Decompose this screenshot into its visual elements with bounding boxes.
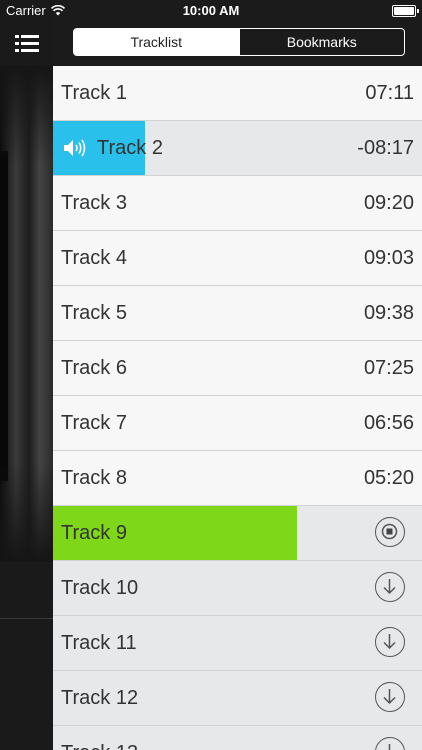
track-row-downloading[interactable]: Track 9 — [53, 506, 422, 561]
track-row[interactable]: Track 1 07:11 — [53, 66, 422, 121]
menu-icon-line — [21, 35, 39, 38]
track-name: Track 13 — [61, 726, 138, 750]
track-name: Track 7 — [61, 412, 127, 434]
status-time: 10:00 AM — [182, 3, 240, 18]
side-panel — [0, 0, 53, 750]
track-name: Track 10 — [61, 577, 139, 599]
menu-icon-dot — [15, 49, 19, 52]
download-icon — [383, 579, 396, 595]
track-name: Track 6 — [61, 357, 127, 379]
status-bar: Carrier 10:00 AM — [0, 0, 422, 22]
speaker-icon — [64, 139, 86, 157]
track-name: Track 9 — [61, 522, 127, 544]
battery-icon — [392, 5, 419, 17]
track-duration: 09:38 — [363, 302, 414, 324]
track-duration: 06:56 — [363, 412, 414, 434]
track-name: Track 1 — [61, 82, 127, 104]
artwork-shadow — [0, 151, 8, 481]
track-name: Track 3 — [61, 192, 127, 214]
track-row[interactable]: Track 7 06:56 — [53, 396, 422, 451]
track-row[interactable]: Track 5 09:38 — [53, 286, 422, 341]
track-name: Track 5 — [61, 302, 127, 324]
menu-icon-dot — [15, 42, 19, 45]
download-button[interactable] — [375, 737, 405, 750]
track-row-playing[interactable]: Track 2 -08:17 — [53, 121, 422, 176]
track-name: Track 8 — [61, 467, 127, 489]
menu-icon-line — [21, 42, 39, 45]
menu-button[interactable] — [15, 33, 39, 55]
header-bar: Tracklist Bookmarks — [53, 22, 422, 66]
track-row[interactable]: Track 6 07:25 — [53, 341, 422, 396]
menu-icon — [15, 35, 19, 38]
tab-bookmarks[interactable]: Bookmarks — [238, 29, 405, 55]
download-icon — [388, 744, 391, 750]
track-row-remote[interactable]: Track 12 — [53, 671, 422, 726]
download-button[interactable] — [375, 572, 405, 602]
download-icon — [383, 689, 396, 705]
download-icon — [383, 634, 396, 650]
tab-tracklist[interactable]: Tracklist — [74, 29, 239, 55]
track-name: Track 4 — [61, 247, 127, 269]
track-duration: 07:25 — [363, 357, 414, 379]
track-duration: 09:20 — [363, 192, 414, 214]
side-divider — [0, 618, 53, 619]
download-button[interactable] — [375, 682, 405, 712]
segmented-control: Tracklist Bookmarks — [73, 28, 405, 56]
track-row[interactable]: Track 3 09:20 — [53, 176, 422, 231]
track-row-remote[interactable]: Track 10 — [53, 561, 422, 616]
track-duration: 05:20 — [363, 467, 414, 489]
album-artwork — [0, 66, 53, 562]
track-name: Track 12 — [61, 687, 139, 709]
track-duration: 09:03 — [363, 247, 414, 269]
track-name: Track 2 — [97, 137, 163, 159]
track-list: Track 1 07:11 Track 2 -08:17 Track 3 09:… — [53, 66, 422, 750]
menu-icon-line — [21, 49, 39, 52]
download-button[interactable] — [375, 627, 405, 657]
track-duration: 07:11 — [365, 82, 414, 104]
track-row-remote[interactable]: Track 13 — [53, 726, 422, 750]
track-row[interactable]: Track 8 05:20 — [53, 451, 422, 506]
stop-icon — [381, 523, 398, 540]
track-remaining: -08:17 — [357, 137, 414, 159]
track-row[interactable]: Track 4 09:03 — [53, 231, 422, 286]
stop-download-button[interactable] — [375, 517, 405, 547]
track-row-remote[interactable]: Track 11 — [53, 616, 422, 671]
track-name: Track 11 — [61, 632, 137, 654]
